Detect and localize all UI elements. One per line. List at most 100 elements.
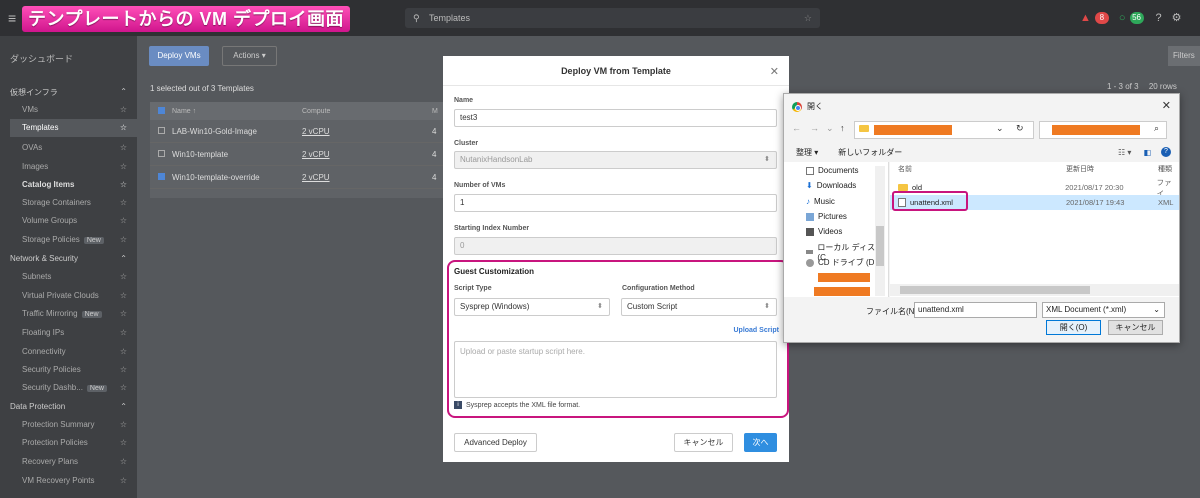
- filetype-select[interactable]: XML Document (*.xml) ⌄: [1042, 302, 1165, 318]
- forward-icon[interactable]: →: [810, 123, 819, 133]
- name-input[interactable]: test3: [454, 109, 777, 127]
- star-icon[interactable]: ☆: [120, 180, 127, 189]
- advanced-deploy-button[interactable]: Advanced Deploy: [454, 433, 537, 452]
- row-checkbox[interactable]: [157, 149, 165, 157]
- help-icon[interactable]: ?: [1156, 12, 1162, 24]
- tree-item-videos[interactable]: Videos: [806, 227, 842, 236]
- star-icon[interactable]: ☆: [120, 162, 127, 171]
- star-icon[interactable]: ☆: [120, 272, 127, 281]
- table-row[interactable]: Win10-template-override 2 vCPU 4: [150, 166, 443, 189]
- sidebar-item-vms[interactable]: VMs ☆: [22, 105, 127, 114]
- col-date[interactable]: 更新日時: [1066, 164, 1158, 174]
- status-circle-icon[interactable]: ○: [1119, 12, 1126, 24]
- sidebar-item-images[interactable]: Images ☆: [22, 162, 127, 171]
- star-icon[interactable]: ☆: [120, 143, 127, 152]
- table-row[interactable]: LAB-Win10-Gold-Image 2 vCPU 4: [150, 120, 443, 143]
- sidebar-item-recovery-plans[interactable]: Recovery Plans ☆: [22, 457, 127, 466]
- sidebar-item-ovas[interactable]: OVAs ☆: [22, 143, 127, 152]
- num-vms-input[interactable]: 1: [454, 194, 777, 212]
- cluster-select[interactable]: NutanixHandsonLab ⬍: [454, 151, 777, 169]
- open-button[interactable]: 開く(O): [1046, 320, 1101, 335]
- star-icon[interactable]: ☆: [120, 105, 127, 114]
- filename-input[interactable]: unattend.xml: [914, 302, 1037, 318]
- row-name[interactable]: Win10-template-override: [172, 173, 302, 182]
- star-icon[interactable]: ☆: [120, 198, 127, 207]
- col-type[interactable]: 種類: [1158, 164, 1172, 174]
- new-folder-button[interactable]: 新しいフォルダー: [838, 147, 902, 158]
- sidebar-item-protection-policies[interactable]: Protection Policies ☆: [22, 438, 127, 447]
- tree-item-music[interactable]: ♪ Music: [806, 197, 835, 206]
- col-name[interactable]: 名前: [898, 164, 1066, 174]
- bell-icon[interactable]: ▲: [1080, 12, 1091, 24]
- row-compute[interactable]: 2 vCPU: [302, 173, 432, 182]
- file-list-hscroll[interactable]: [890, 284, 1179, 296]
- sidebar-item-floating-ips[interactable]: Floating IPs ☆: [22, 328, 127, 337]
- back-icon[interactable]: ←: [792, 123, 801, 133]
- up-icon[interactable]: ↑: [840, 123, 845, 133]
- star-icon[interactable]: ☆: [120, 291, 127, 300]
- row-compute[interactable]: 2 vCPU: [302, 150, 432, 159]
- star-icon[interactable]: ☆: [120, 438, 127, 447]
- search-icon[interactable]: ⌕: [1154, 123, 1159, 134]
- sidebar-item-templates[interactable]: Templates ☆: [10, 119, 137, 137]
- tree-item-pictures[interactable]: Pictures: [806, 212, 847, 221]
- star-icon[interactable]: ☆: [120, 347, 127, 356]
- star-icon[interactable]: ☆: [120, 476, 127, 485]
- star-icon[interactable]: ☆: [120, 365, 127, 374]
- hamburger-menu-icon[interactable]: ≡: [8, 10, 16, 26]
- row-checkbox[interactable]: [157, 126, 165, 134]
- star-icon[interactable]: ☆: [120, 235, 127, 244]
- sidebar-section-infra[interactable]: 仮想インフラ ⌃: [10, 87, 127, 98]
- dialog-cancel-button[interactable]: キャンセル: [1108, 320, 1163, 335]
- gear-icon[interactable]: ⚙: [1172, 11, 1182, 24]
- table-row[interactable]: Win10-template 2 vCPU 4: [150, 143, 443, 166]
- sidebar-item-connectivity[interactable]: Connectivity ☆: [22, 347, 127, 356]
- sidebar-section-network[interactable]: Network & Security ⌃: [10, 254, 127, 263]
- scroll-thumb[interactable]: [900, 286, 1090, 294]
- view-options-icon[interactable]: ☷ ▾: [1118, 148, 1131, 157]
- row-name[interactable]: LAB-Win10-Gold-Image: [172, 127, 302, 136]
- status-count-badge[interactable]: 56: [1129, 11, 1144, 24]
- sidebar-item-storage-containers[interactable]: Storage Containers ☆: [22, 198, 127, 207]
- sidebar-item-vpc[interactable]: Virtual Private Clouds ☆: [22, 291, 127, 300]
- upload-script-link[interactable]: Upload Script: [733, 327, 779, 334]
- star-icon[interactable]: ☆: [804, 8, 812, 28]
- tree-item-downloads[interactable]: ⬇ Downloads: [806, 181, 856, 190]
- scroll-thumb[interactable]: [876, 226, 884, 266]
- start-index-input[interactable]: 0: [454, 237, 777, 255]
- tree-scrollbar[interactable]: [875, 166, 885, 296]
- col-memory[interactable]: M: [432, 108, 438, 115]
- chevron-down-icon[interactable]: ⌄: [996, 123, 1004, 134]
- star-icon[interactable]: ☆: [120, 420, 127, 429]
- row-checkbox[interactable]: [157, 172, 165, 180]
- deploy-vms-button[interactable]: Deploy VMs: [149, 46, 209, 66]
- global-search-bar[interactable]: ⚲ Templates ☆: [405, 8, 820, 28]
- col-name[interactable]: Name ↑: [172, 108, 302, 115]
- script-type-select[interactable]: Sysprep (Windows) ⬍: [454, 298, 610, 316]
- star-icon[interactable]: ☆: [120, 383, 127, 392]
- star-icon[interactable]: ☆: [120, 328, 127, 337]
- sidebar-dashboard[interactable]: ダッシュボード: [10, 52, 73, 65]
- star-icon[interactable]: ☆: [120, 457, 127, 466]
- preview-pane-icon[interactable]: ◧: [1143, 148, 1151, 157]
- help-icon[interactable]: ?: [1161, 147, 1171, 157]
- cancel-button[interactable]: キャンセル: [674, 433, 733, 452]
- row-name[interactable]: Win10-template: [172, 150, 302, 159]
- refresh-icon[interactable]: ↻: [1016, 123, 1024, 134]
- sidebar-section-protection[interactable]: Data Protection ⌃: [10, 402, 127, 411]
- sidebar-item-protection-summary[interactable]: Protection Summary ☆: [22, 420, 127, 429]
- sidebar-item-volume-groups[interactable]: Volume Groups ☆: [22, 216, 127, 225]
- sidebar-item-vm-recovery-points[interactable]: VM Recovery Points ☆: [22, 476, 127, 485]
- alert-count-badge[interactable]: 8: [1094, 11, 1109, 24]
- row-compute[interactable]: 2 vCPU: [302, 127, 432, 136]
- tree-item-cd-drive[interactable]: CD ドライブ (D:): [806, 257, 879, 268]
- select-all-checkbox[interactable]: [157, 106, 165, 114]
- sidebar-item-subnets[interactable]: Subnets ☆: [22, 272, 127, 281]
- pager-rows[interactable]: 20 rows: [1149, 82, 1177, 91]
- chevron-down-icon[interactable]: ⌄: [826, 123, 834, 134]
- sidebar-item-storage-policies[interactable]: Storage Policies New ☆: [22, 235, 127, 244]
- sidebar-item-traffic-mirroring[interactable]: Traffic Mirroring New ☆: [22, 309, 127, 318]
- star-icon[interactable]: ☆: [120, 119, 127, 137]
- sidebar-item-catalog[interactable]: Catalog Items ☆: [22, 180, 127, 189]
- col-compute[interactable]: Compute: [302, 108, 432, 115]
